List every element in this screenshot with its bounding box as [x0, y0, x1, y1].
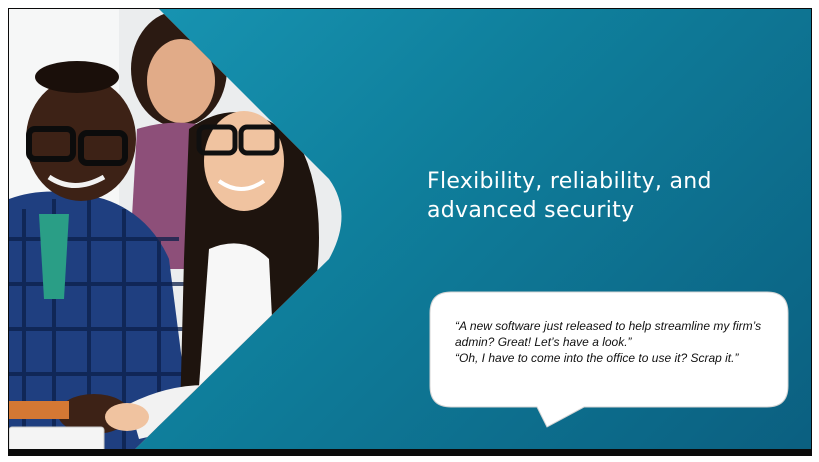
slide-headline: Flexibility, reliability, and advanced s…: [427, 169, 712, 223]
quote-line-2: “Oh, I have to come into the office to u…: [455, 351, 739, 365]
quote-text: “A new software just released to help st…: [455, 318, 775, 366]
quote-line-1: “A new software just released to help st…: [455, 319, 762, 349]
presentation-slide: Flexibility, reliability, and advanced s…: [8, 8, 812, 456]
bottom-border: [9, 449, 811, 455]
